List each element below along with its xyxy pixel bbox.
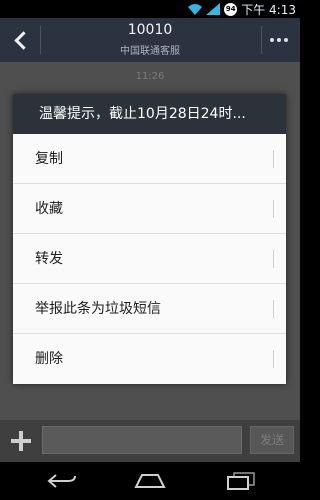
add-attachment-button[interactable] — [8, 428, 34, 454]
status-bar: 94 下午 4:13 — [0, 0, 300, 18]
menu-item-report-spam[interactable]: 举报此条为垃圾短信 — [13, 284, 286, 334]
nav-home-icon[interactable] — [132, 472, 168, 490]
message-timestamp: 11:26 — [135, 71, 165, 82]
battery-icon: 94 — [224, 2, 238, 16]
dialog-title: 温馨提示，截止10月28日24时... — [13, 94, 286, 134]
more-options-button[interactable] — [264, 26, 294, 54]
menu-item-divider — [273, 350, 274, 368]
menu-item-delete[interactable]: 删除 — [13, 334, 286, 384]
menu-item-divider — [273, 300, 274, 318]
menu-item-label: 转发 — [35, 251, 63, 267]
menu-item-divider — [273, 150, 274, 168]
contact-number: 10010 — [127, 22, 173, 38]
dot-icon — [277, 38, 281, 42]
send-button[interactable]: 发送 — [250, 426, 294, 454]
menu-item-favorite[interactable]: 收藏 — [13, 184, 286, 234]
nav-back-icon[interactable] — [46, 472, 78, 490]
options-menu: 复制 收藏 转发 举报此条为垃圾短信 删除 — [13, 134, 286, 384]
menu-item-copy[interactable]: 复制 — [13, 134, 286, 184]
message-options-dialog: 温馨提示，截止10月28日24时... 复制 收藏 转发 举报此条为垃圾短信 删… — [13, 94, 286, 384]
menu-item-label: 收藏 — [35, 201, 63, 217]
compose-bar: 发送 — [0, 420, 300, 462]
menu-item-label: 删除 — [35, 351, 63, 367]
conversation-header: 10010 中国联通客服 — [0, 18, 300, 63]
wifi-icon — [188, 4, 203, 15]
status-time: 下午 4:13 — [241, 2, 296, 17]
navigation-bar — [0, 462, 300, 500]
menu-item-divider — [273, 200, 274, 218]
menu-item-label: 复制 — [35, 151, 63, 167]
menu-item-forward[interactable]: 转发 — [13, 234, 286, 284]
nav-recent-apps-icon[interactable] — [226, 471, 256, 491]
header-divider — [261, 26, 262, 54]
screen: 94 下午 4:13 10010 中国联通客服 11:26 发送 温馨提示，截止… — [0, 0, 300, 500]
menu-item-label: 举报此条为垃圾短信 — [35, 301, 161, 317]
contact-name: 中国联通客服 — [120, 46, 180, 57]
dot-icon — [284, 38, 288, 42]
message-input[interactable] — [42, 426, 242, 454]
dot-icon — [270, 38, 274, 42]
menu-item-divider — [273, 250, 274, 268]
signal-icon — [206, 3, 221, 15]
